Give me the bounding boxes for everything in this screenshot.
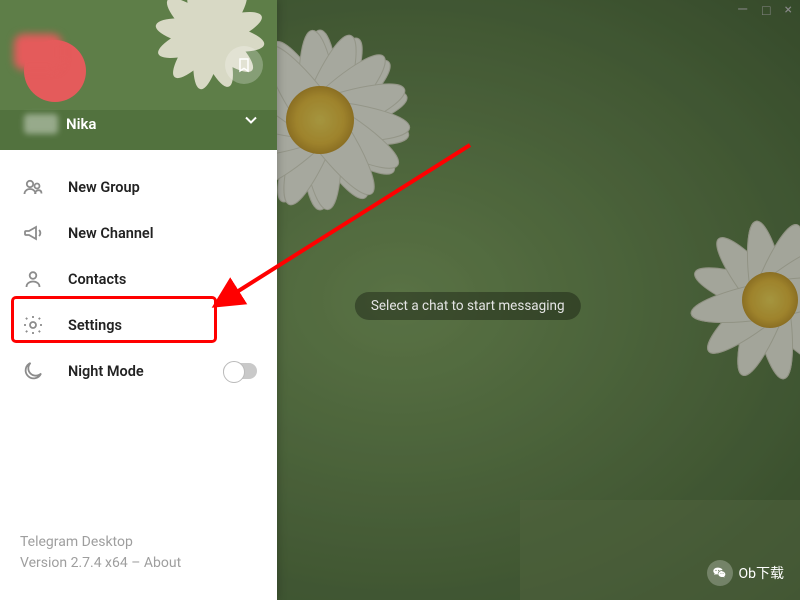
saved-messages-button[interactable]: [225, 46, 263, 84]
sidebar-item-contacts[interactable]: Contacts: [0, 256, 277, 302]
sidebar-item-label: New Group: [68, 179, 140, 196]
sidebar-item-new-group[interactable]: New Group: [0, 164, 277, 210]
close-button[interactable]: ×: [785, 2, 792, 20]
sidebar-item-label: Contacts: [68, 271, 126, 288]
sidebar-item-label: Settings: [68, 317, 122, 334]
username-blur: [24, 114, 58, 134]
username-label: Nika: [66, 115, 96, 133]
version-line[interactable]: Version 2.7.4 x64 – About: [20, 553, 257, 574]
wechat-icon: [707, 560, 733, 586]
empty-chat-hint: Select a chat to start messaging: [355, 292, 581, 320]
sidebar-item-settings[interactable]: Settings: [0, 302, 277, 348]
moon-icon: [20, 359, 46, 383]
sidebar-drawer: Nika New Group New Channel Contacts: [0, 0, 277, 600]
person-icon: [20, 267, 46, 291]
username-row[interactable]: Nika: [24, 114, 96, 134]
maximize-button[interactable]: □: [762, 2, 770, 20]
megaphone-icon: [20, 221, 46, 245]
sidebar-item-label: New Channel: [68, 225, 154, 242]
gear-icon: [20, 313, 46, 337]
app-name: Telegram Desktop: [20, 532, 257, 553]
sidebar-header: Nika: [0, 0, 277, 150]
minimize-button[interactable]: —: [737, 2, 748, 20]
sidebar-item-night-mode[interactable]: Night Mode: [0, 348, 277, 394]
watermark-badge: Ob下载: [707, 560, 785, 586]
sidebar-footer: Telegram Desktop Version 2.7.4 x64 – Abo…: [0, 532, 277, 600]
window-controls: — □ ×: [729, 0, 800, 22]
watermark-text: Ob下载: [739, 563, 785, 583]
group-icon: [20, 175, 46, 199]
account-expand-button[interactable]: [241, 110, 261, 134]
chevron-down-icon: [241, 110, 261, 130]
sidebar-menu: New Group New Channel Contacts Settings …: [0, 150, 277, 394]
bookmark-icon: [236, 56, 252, 74]
night-mode-toggle[interactable]: [223, 363, 257, 379]
sidebar-item-new-channel[interactable]: New Channel: [0, 210, 277, 256]
sidebar-item-label: Night Mode: [68, 363, 144, 380]
avatar[interactable]: [24, 40, 86, 102]
